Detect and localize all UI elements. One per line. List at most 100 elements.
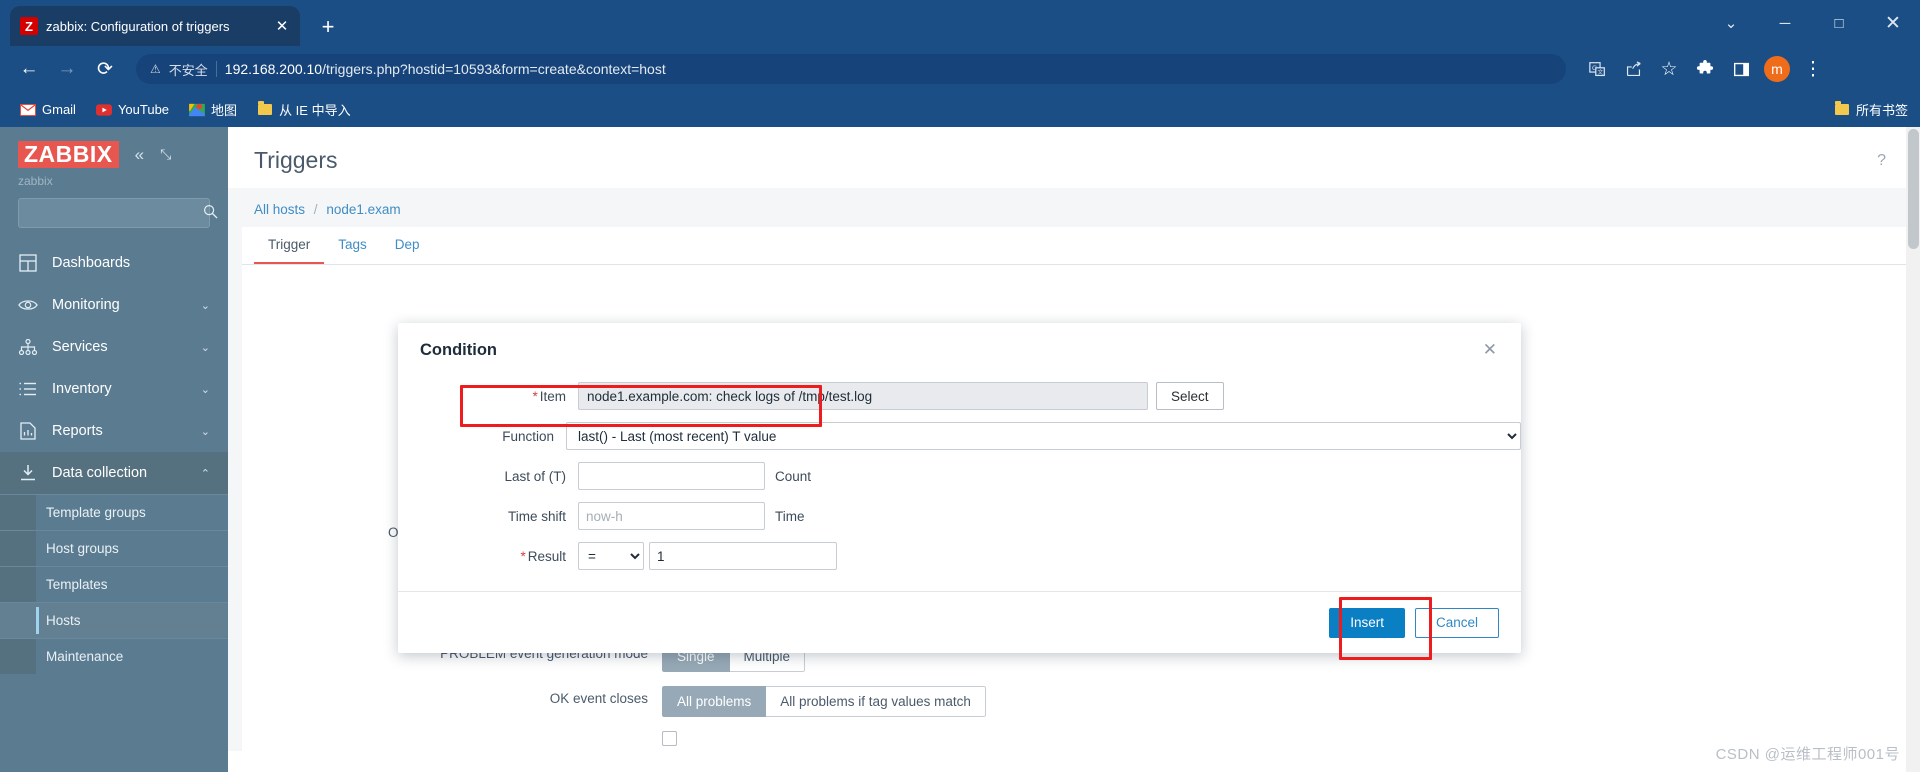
last-of-t-label-wrap: Last of (T) bbox=[398, 469, 578, 484]
maps-icon bbox=[189, 102, 205, 118]
bookmarks-bar: Gmail YouTube 地图 从 IE 中导入 所有书签 bbox=[0, 92, 1920, 127]
breadcrumb-all-hosts[interactable]: All hosts bbox=[254, 202, 305, 217]
allow-manual-close-row bbox=[242, 731, 1906, 751]
sidebar-item-maintenance[interactable]: Maintenance bbox=[0, 638, 228, 674]
sidebar-item-label: Inventory bbox=[52, 381, 112, 398]
window-controls: ⌄ ─ □ ✕ bbox=[1704, 0, 1920, 46]
function-select[interactable]: last() - Last (most recent) T value bbox=[566, 422, 1521, 450]
breadcrumb-host[interactable]: node1.exam bbox=[326, 202, 400, 217]
zabbix-page: ZABBIX « ⤡ zabbix Dashboards Monitoring … bbox=[0, 127, 1920, 772]
submenu-label: Maintenance bbox=[46, 649, 124, 665]
submenu-label: Hosts bbox=[46, 613, 81, 629]
form-tabs: Trigger Tags Dep bbox=[242, 227, 1906, 265]
sidebar-item-hosts[interactable]: Hosts bbox=[0, 602, 228, 639]
sidebar-item-label: Dashboards bbox=[52, 255, 131, 272]
dialog-footer: Insert Cancel bbox=[398, 591, 1521, 653]
sidebar-menu: Dashboards Monitoring ⌄ Services ⌄ Inven… bbox=[0, 242, 228, 495]
sidebar-item-dashboards[interactable]: Dashboards bbox=[0, 242, 228, 284]
tab-search-chevron-icon[interactable]: ⌄ bbox=[1704, 0, 1758, 46]
dialog-title: Condition bbox=[420, 341, 497, 359]
all-bookmarks[interactable]: 所有书签 bbox=[1834, 100, 1908, 119]
sidebar-item-label: Data collection bbox=[52, 465, 148, 482]
maximize-button[interactable]: □ bbox=[1812, 0, 1866, 46]
sidebar-item-services[interactable]: Services ⌄ bbox=[0, 326, 228, 368]
result-value-input[interactable] bbox=[649, 542, 837, 570]
help-icon[interactable]: ? bbox=[1877, 152, 1894, 170]
zabbix-favicon: Z bbox=[20, 17, 38, 35]
chevron-down-icon: ⌄ bbox=[200, 383, 210, 396]
sidebar-item-host-groups[interactable]: Host groups bbox=[0, 530, 228, 566]
sidebar-item-templates[interactable]: Templates bbox=[0, 566, 228, 602]
bookmark-gmail[interactable]: Gmail bbox=[12, 99, 84, 121]
browser-toolbar-actions: G文 ☆ m ⋮ bbox=[1580, 52, 1830, 86]
tab-trigger[interactable]: Trigger bbox=[254, 227, 325, 264]
item-value: node1.example.com: check logs of /tmp/te… bbox=[587, 388, 873, 404]
sidebar-item-data-collection[interactable]: Data collection ⌃ bbox=[0, 452, 228, 495]
profile-avatar[interactable]: m bbox=[1760, 52, 1794, 86]
close-icon[interactable]: ✕ bbox=[1481, 341, 1499, 358]
bookmark-maps[interactable]: 地图 bbox=[181, 97, 245, 122]
download-icon bbox=[18, 463, 38, 483]
zabbix-logo[interactable]: ZABBIX bbox=[18, 141, 119, 169]
bookmark-youtube[interactable]: YouTube bbox=[88, 99, 177, 121]
sidebar-item-monitoring[interactable]: Monitoring ⌄ bbox=[0, 284, 228, 326]
sidebar-search[interactable] bbox=[18, 198, 218, 229]
collapse-sidebar-icon[interactable]: « bbox=[135, 145, 144, 165]
tab-tags[interactable]: Tags bbox=[324, 227, 381, 264]
time-shift-unit-label: Time bbox=[775, 508, 805, 524]
bookmark-ie-import-folder[interactable]: 从 IE 中导入 bbox=[249, 97, 359, 122]
security-label[interactable]: 不安全 bbox=[169, 60, 208, 79]
item-multiselect[interactable]: node1.example.com: check logs of /tmp/te… bbox=[578, 382, 1148, 410]
forward-icon[interactable]: → bbox=[50, 52, 84, 86]
bookmark-star-icon[interactable]: ☆ bbox=[1652, 52, 1686, 86]
search-icon[interactable] bbox=[203, 204, 218, 223]
sidebar-item-template-groups[interactable]: Template groups bbox=[0, 494, 228, 530]
last-of-t-input[interactable] bbox=[578, 462, 765, 490]
condition-dialog: Condition ✕ * Item node1.example.com: che… bbox=[398, 323, 1521, 653]
sidebar-item-inventory[interactable]: Inventory ⌄ bbox=[0, 368, 228, 410]
content-header: Triggers ? bbox=[228, 127, 1920, 188]
seg-all-problems[interactable]: All problems bbox=[662, 686, 767, 717]
reload-icon[interactable]: ⟳ bbox=[88, 52, 122, 86]
scrollbar-thumb[interactable] bbox=[1908, 129, 1919, 249]
time-shift-input[interactable] bbox=[578, 502, 765, 530]
page-scrollbar[interactable] bbox=[1906, 127, 1920, 772]
tab-dependencies[interactable]: Dep bbox=[381, 227, 434, 264]
back-icon[interactable]: ← bbox=[12, 52, 46, 86]
item-select-button[interactable]: Select bbox=[1156, 382, 1224, 410]
chevron-down-icon: ⌄ bbox=[200, 425, 210, 438]
seg-all-problems-tag-match[interactable]: All problems if tag values match bbox=[766, 686, 986, 717]
allow-manual-close-checkbox[interactable] bbox=[662, 731, 677, 746]
last-of-t-row: Last of (T) Count bbox=[398, 462, 1521, 490]
sidebar-header: ZABBIX « ⤡ bbox=[0, 127, 228, 170]
required-asterisk: * bbox=[532, 388, 538, 404]
ok-event-closes-label: OK event closes bbox=[549, 691, 648, 706]
function-label: Function bbox=[502, 428, 555, 444]
new-tab-button[interactable]: + bbox=[314, 16, 342, 38]
breadcrumb: All hosts / node1.exam bbox=[228, 188, 1920, 227]
search-input[interactable] bbox=[27, 205, 203, 221]
translate-icon[interactable]: G文 bbox=[1580, 52, 1614, 86]
close-window-button[interactable]: ✕ bbox=[1866, 0, 1920, 46]
address-bar[interactable]: ⚠ 不安全 192.168.200.10/triggers.php?hostid… bbox=[136, 54, 1566, 84]
watermark: CSDN @运维工程师001号 bbox=[1715, 746, 1900, 763]
hide-sidebar-icon[interactable]: ⤡ bbox=[160, 146, 171, 163]
dialog-body: * Item node1.example.com: check logs of /… bbox=[398, 364, 1521, 591]
sidebar-item-reports[interactable]: Reports ⌄ bbox=[0, 410, 228, 452]
not-secure-warning-icon: ⚠ bbox=[150, 62, 161, 76]
minimize-button[interactable]: ─ bbox=[1758, 0, 1812, 46]
side-panel-icon[interactable] bbox=[1724, 52, 1758, 86]
page-title: Triggers bbox=[254, 147, 338, 173]
insert-button[interactable]: Insert bbox=[1329, 607, 1405, 638]
extensions-icon[interactable] bbox=[1688, 52, 1722, 86]
share-icon[interactable] bbox=[1616, 52, 1650, 86]
result-operator-select[interactable]: = bbox=[578, 542, 644, 570]
result-label: * Result bbox=[486, 549, 578, 564]
close-tab-icon[interactable]: ✕ bbox=[274, 17, 290, 35]
browser-window: Z zabbix: Configuration of triggers ✕ + … bbox=[0, 0, 1920, 772]
browser-menu-icon[interactable]: ⋮ bbox=[1796, 52, 1830, 86]
item-label-wrap: * Item bbox=[398, 389, 578, 404]
all-bookmarks-label: 所有书签 bbox=[1855, 103, 1908, 118]
cancel-button[interactable]: Cancel bbox=[1414, 607, 1499, 638]
browser-tab[interactable]: Z zabbix: Configuration of triggers ✕ bbox=[10, 6, 300, 46]
